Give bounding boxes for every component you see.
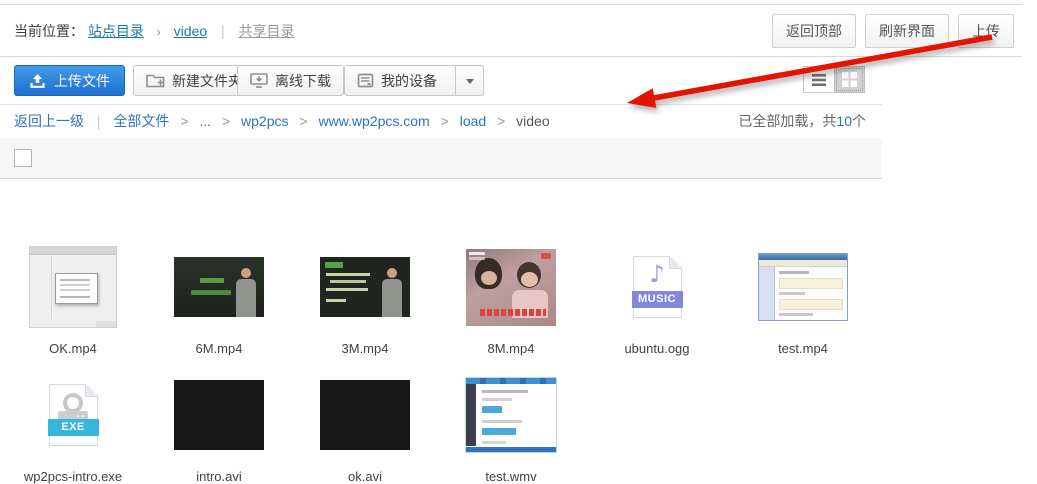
video-thumbnail[interactable] (29, 246, 117, 328)
file-thumbnail-area (146, 242, 292, 332)
file-manager-panel: 上传文件 新建文件夹 离线下载 我的设备 (0, 57, 882, 179)
my-devices-button[interactable]: 我的设备 (344, 65, 484, 96)
video-thumbnail[interactable] (466, 249, 556, 326)
video-thumbnail[interactable] (174, 380, 264, 450)
breadcrumb-separator: > (497, 113, 505, 129)
current-folder-link[interactable]: video (174, 23, 207, 39)
file-thumbnail-area (0, 242, 146, 332)
breadcrumb-load-link[interactable]: load (460, 113, 486, 129)
file-item[interactable]: intro.avi (146, 370, 292, 484)
exe-file-icon[interactable]: EXE (49, 384, 98, 446)
load-status: 已全部加载，共10个 (738, 105, 866, 138)
file-item[interactable]: ok.avi (292, 370, 438, 484)
file-name: OK.mp4 (49, 341, 97, 356)
file-item[interactable]: 8M.mp4 (438, 242, 584, 356)
location-header: 当前位置： 站点目录 › video | 共享目录 返回顶部 刷新界面 上传 (0, 4, 1022, 57)
all-files-link[interactable]: 全部文件 (113, 113, 169, 129)
breadcrumb-divider: | (97, 113, 101, 129)
list-view-icon (812, 74, 826, 86)
breadcrumb-separator: > (222, 113, 230, 129)
music-file-icon[interactable]: ♪ MUSIC (633, 256, 682, 318)
file-item[interactable]: ♪ MUSIC ubuntu.ogg (584, 242, 730, 356)
shared-directory-link[interactable]: 共享目录 (239, 23, 295, 39)
upload-button-small[interactable]: 上传 (958, 14, 1014, 48)
my-devices-dropdown[interactable] (455, 66, 483, 95)
new-folder-label: 新建文件夹 (172, 71, 242, 91)
file-thumbnail-area (438, 242, 584, 332)
breadcrumb-separator: > (441, 113, 449, 129)
grid-view-icon (842, 72, 857, 87)
file-name: test.wmv (485, 469, 536, 484)
music-note-icon: ♪ (634, 260, 681, 288)
upload-icon (29, 73, 46, 89)
file-thumbnail-area (438, 370, 584, 460)
file-thumbnail-area (730, 242, 876, 332)
toolbar: 上传文件 新建文件夹 离线下载 我的设备 (0, 57, 882, 105)
back-up-level-link[interactable]: 返回上一级 (14, 113, 84, 129)
select-all-checkbox[interactable] (14, 149, 32, 167)
breadcrumb-current: video (516, 113, 549, 129)
breadcrumb: 返回上一级 | 全部文件 > ... > wp2pcs > www.wp2pcs… (0, 105, 882, 138)
breadcrumb-domain-link[interactable]: www.wp2pcs.com (318, 113, 429, 129)
file-grid-row-2: EXE wp2pcs-intro.exe intro.avi ok.avi te… (0, 370, 882, 484)
file-item[interactable]: EXE wp2pcs-intro.exe (0, 370, 146, 484)
file-name: ubuntu.ogg (624, 341, 689, 356)
file-thumbnail-area: EXE (0, 370, 146, 460)
offline-download-icon (250, 73, 268, 88)
upload-file-label: 上传文件 (54, 71, 110, 91)
file-name: 8M.mp4 (488, 341, 535, 356)
video-thumbnail[interactable] (320, 257, 410, 317)
my-devices-icon (357, 73, 374, 88)
file-name: 3M.mp4 (342, 341, 389, 356)
file-name: ok.avi (348, 469, 382, 484)
location-divider: | (221, 23, 225, 39)
file-thumbnail-area (292, 370, 438, 460)
site-directory-link[interactable]: 站点目录 (88, 23, 144, 39)
video-thumbnail[interactable] (174, 257, 264, 317)
video-thumbnail[interactable] (758, 253, 848, 321)
select-all-bar (0, 138, 882, 179)
file-name: wp2pcs-intro.exe (24, 469, 122, 484)
breadcrumb-wp2pcs-link[interactable]: wp2pcs (241, 113, 288, 129)
location-separator: › (157, 25, 161, 39)
file-grid-row-1: OK.mp4 6M.mp4 3M.mp4 8M.mp4 ♪ MUSIC ubunt… (0, 242, 882, 356)
header-buttons: 返回顶部 刷新界面 上传 (772, 14, 1014, 48)
current-location: 当前位置： 站点目录 › video | 共享目录 (14, 21, 295, 41)
back-to-top-button[interactable]: 返回顶部 (772, 14, 856, 48)
breadcrumb-ellipsis-link[interactable]: ... (199, 113, 211, 129)
file-type-badge: EXE (48, 419, 99, 436)
upload-file-button[interactable]: 上传文件 (14, 65, 125, 96)
file-item[interactable]: OK.mp4 (0, 242, 146, 356)
file-name: 6M.mp4 (196, 341, 243, 356)
file-type-badge: MUSIC (632, 291, 683, 308)
file-count: 10 (836, 113, 852, 129)
file-thumbnail-area (146, 370, 292, 460)
list-view-button[interactable] (803, 66, 834, 93)
file-thumbnail-area (292, 242, 438, 332)
file-item[interactable]: test.wmv (438, 370, 584, 484)
breadcrumb-separator: > (180, 113, 188, 129)
offline-download-label: 离线下载 (275, 71, 331, 91)
file-thumbnail-area: ♪ MUSIC (584, 242, 730, 332)
chevron-down-icon (466, 79, 474, 88)
file-item[interactable]: 6M.mp4 (146, 242, 292, 356)
location-label: 当前位置： (14, 23, 84, 39)
file-name: test.mp4 (778, 341, 828, 356)
file-name: intro.avi (196, 469, 242, 484)
file-item[interactable]: test.mp4 (730, 242, 876, 356)
view-toggle (803, 66, 865, 93)
my-devices-label: 我的设备 (381, 71, 437, 91)
grid-view-button[interactable] (834, 66, 865, 93)
load-status-prefix: 已全部加载，共 (738, 113, 836, 129)
file-item[interactable]: 3M.mp4 (292, 242, 438, 356)
video-thumbnail[interactable] (465, 377, 557, 453)
breadcrumb-separator: > (299, 113, 307, 129)
offline-download-button[interactable]: 离线下载 (237, 65, 344, 96)
video-thumbnail[interactable] (320, 380, 410, 450)
refresh-button[interactable]: 刷新界面 (865, 14, 949, 48)
load-status-suffix: 个 (852, 113, 866, 129)
new-folder-icon (146, 73, 165, 88)
